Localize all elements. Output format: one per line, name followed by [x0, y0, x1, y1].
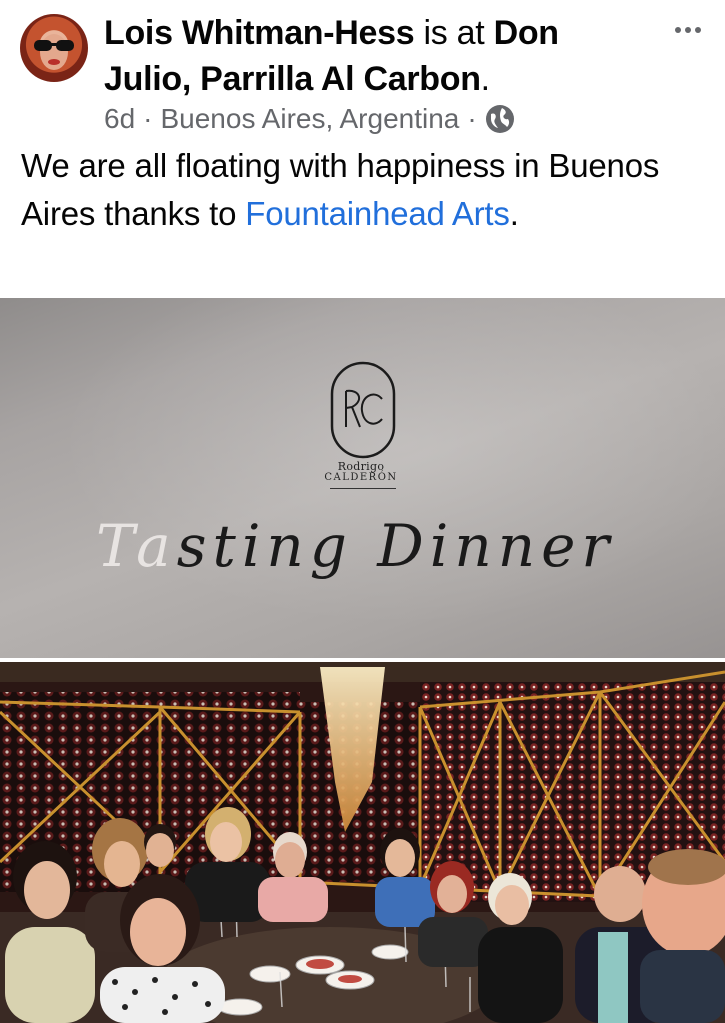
author-name-link[interactable]: Lois Whitman-Hess [104, 14, 415, 52]
more-horizontal-icon[interactable] [673, 22, 703, 38]
author-avatar[interactable] [20, 14, 88, 82]
tasting-dinner-photo[interactable]: Rodrigo CALDERÓN Tasting Dinner [0, 298, 725, 658]
globe-icon[interactable] [485, 104, 515, 134]
post-time-link[interactable]: 6d [104, 103, 135, 135]
post-header: Lois Whitman-Hess is at Don Julio, Parri… [0, 0, 725, 300]
meta-separator: · [143, 103, 153, 134]
tasting-dinner-headline: Tasting Dinner [96, 512, 696, 580]
wine-cellar-group-scene [0, 662, 725, 1023]
avatar-face [34, 34, 74, 70]
post-meta: 6d · Buenos Aires, Argentina · [104, 103, 515, 135]
brand-name: Rodrigo CALDERÓN [306, 461, 416, 483]
fountainhead-arts-link[interactable]: Fountainhead Arts [245, 195, 510, 232]
headline-faded-part: Ta [96, 512, 177, 580]
post-message: We are all floating with happiness in Bu… [21, 142, 701, 238]
post-message-end: . [509, 195, 519, 232]
title-period: . [480, 60, 490, 98]
meta-separator-2: · [467, 103, 477, 134]
rc-monogram-logo [330, 361, 396, 459]
brand-underline [330, 488, 396, 489]
post-title: Lois Whitman-Hess is at Don Julio, Parri… [104, 10, 644, 102]
brand-line2: CALDERÓN [324, 472, 398, 483]
post-location[interactable]: Buenos Aires, Argentina [160, 103, 459, 135]
group-dinner-photo[interactable] [0, 662, 725, 1023]
brand-line1: Rodrigo [337, 460, 385, 473]
headline-main-part: sting Dinner [176, 512, 616, 580]
is-at-text: is at [423, 14, 485, 52]
